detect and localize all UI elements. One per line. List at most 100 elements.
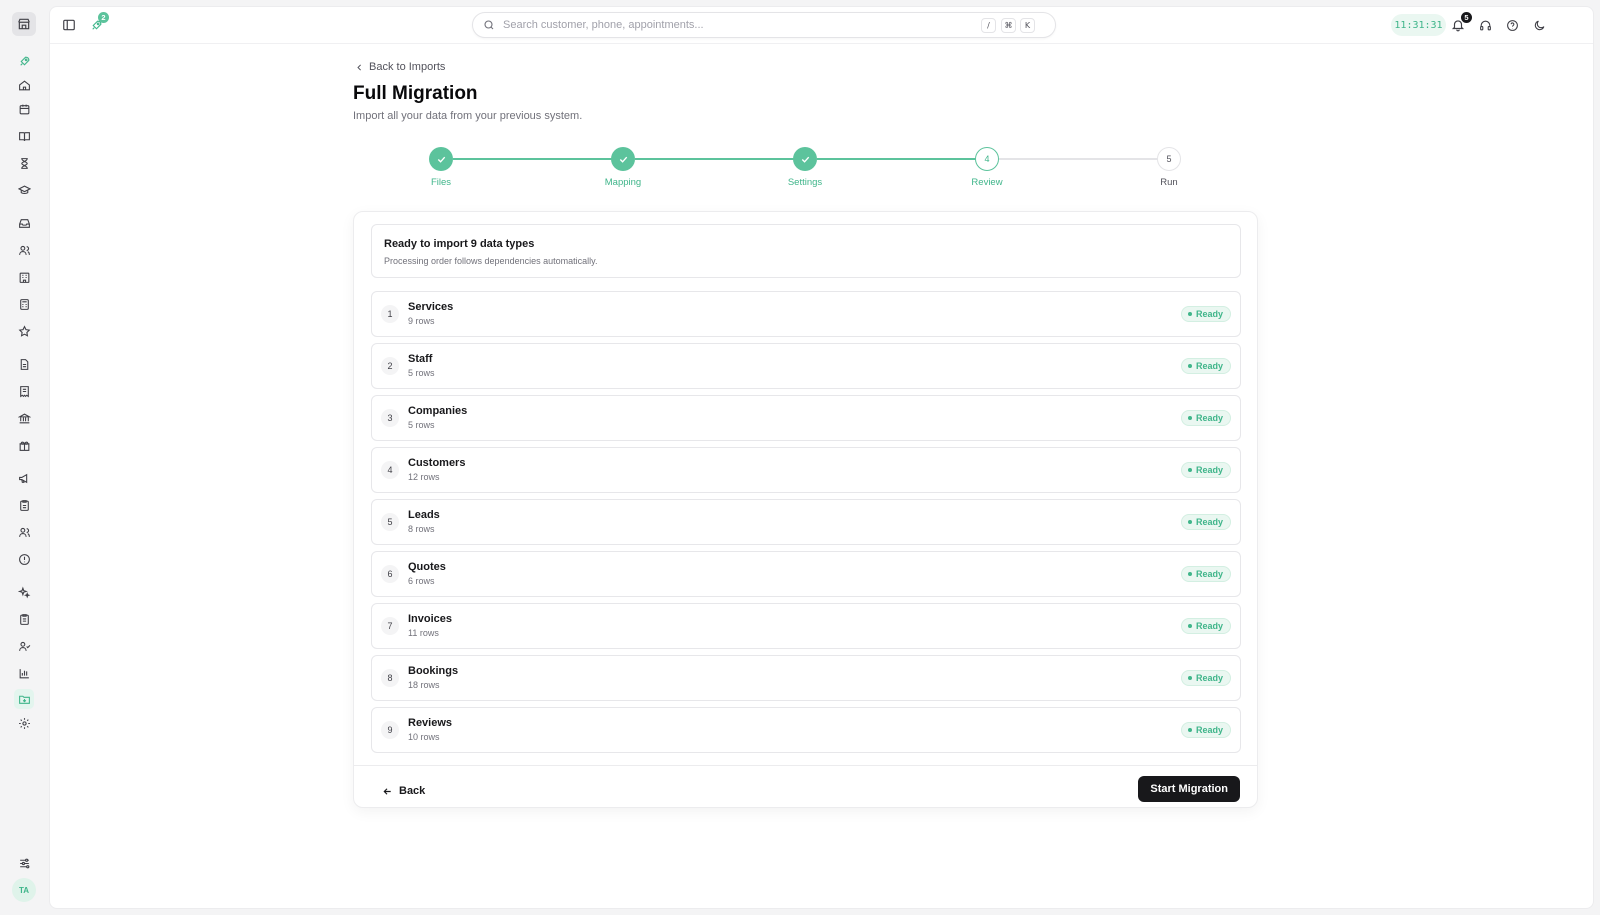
status-badge: Ready bbox=[1180, 462, 1231, 478]
status-badge: Ready bbox=[1180, 618, 1231, 634]
step-label-settings: Settings bbox=[787, 177, 823, 188]
step-mapping-check-icon[interactable] bbox=[611, 147, 635, 171]
data-type-row-count: 11 rows bbox=[408, 628, 439, 638]
status-badge: Ready bbox=[1180, 410, 1231, 426]
rocket-badge: 2 bbox=[98, 12, 109, 23]
building-icon[interactable] bbox=[14, 267, 34, 287]
status-label: Ready bbox=[1195, 413, 1223, 423]
data-type-name: Companies bbox=[408, 405, 468, 417]
row-index: 8 bbox=[381, 669, 399, 687]
data-type-row: 5 Leads 8 rows Ready bbox=[371, 499, 1241, 545]
data-type-row-count: 6 rows bbox=[408, 576, 435, 586]
data-type-row-count: 18 rows bbox=[408, 680, 440, 690]
clipboard-list-icon[interactable] bbox=[14, 609, 34, 629]
data-type-name: Invoices bbox=[408, 613, 453, 625]
back-button[interactable]: Back bbox=[378, 778, 429, 804]
data-type-row-count: 5 rows bbox=[408, 368, 435, 378]
step-settings-check-icon[interactable] bbox=[793, 147, 817, 171]
step-label-review: Review bbox=[971, 177, 1003, 188]
megaphone-icon[interactable] bbox=[14, 468, 34, 488]
alert-circle-icon[interactable] bbox=[14, 549, 34, 569]
book-icon[interactable] bbox=[14, 126, 34, 146]
row-index: 5 bbox=[381, 513, 399, 531]
home-icon[interactable] bbox=[14, 75, 34, 95]
main-panel: 2 Search customer, phone, appointments..… bbox=[49, 6, 1594, 909]
team-icon[interactable] bbox=[14, 522, 34, 542]
summary-description: Processing order follows dependencies au… bbox=[384, 256, 598, 266]
step-review-number[interactable]: 4 bbox=[975, 147, 999, 171]
status-label: Ready bbox=[1195, 725, 1223, 735]
status-dot-icon bbox=[1187, 520, 1192, 524]
status-badge: Ready bbox=[1180, 306, 1231, 322]
data-type-name: Customers bbox=[408, 457, 466, 469]
arrow-left-icon bbox=[382, 786, 393, 797]
data-type-row: 6 Quotes 6 rows Ready bbox=[371, 551, 1241, 597]
status-badge: Ready bbox=[1180, 514, 1231, 530]
row-index: 4 bbox=[381, 461, 399, 479]
data-type-row: 8 Bookings 18 rows Ready bbox=[371, 655, 1241, 701]
status-dot-icon bbox=[1187, 312, 1192, 316]
graduation-cap-icon[interactable] bbox=[14, 180, 34, 200]
status-dot-icon bbox=[1187, 676, 1192, 680]
calculator-icon[interactable] bbox=[14, 294, 34, 314]
users-icon[interactable] bbox=[14, 240, 34, 260]
user-check-icon[interactable] bbox=[14, 636, 34, 656]
sidebar: TA bbox=[0, 0, 48, 915]
folder-import-icon[interactable] bbox=[14, 689, 34, 709]
step-connector bbox=[999, 158, 1159, 160]
star-icon[interactable] bbox=[14, 321, 34, 341]
status-badge: Ready bbox=[1180, 722, 1231, 738]
status-label: Ready bbox=[1195, 465, 1223, 475]
back-to-imports-label: Back to Imports bbox=[369, 61, 446, 73]
data-type-name: Staff bbox=[408, 353, 433, 365]
status-dot-icon bbox=[1187, 364, 1192, 368]
data-type-row-count: 12 rows bbox=[408, 472, 440, 482]
help-circle-icon[interactable] bbox=[1501, 14, 1523, 36]
status-label: Ready bbox=[1195, 569, 1223, 579]
calendar-icon[interactable] bbox=[14, 99, 34, 119]
status-label: Ready bbox=[1195, 517, 1223, 527]
inbox-icon[interactable] bbox=[14, 213, 34, 233]
sliders-icon[interactable] bbox=[14, 853, 34, 873]
status-badge: Ready bbox=[1180, 566, 1231, 582]
data-type-row: 1 Services 9 rows Ready bbox=[371, 291, 1241, 337]
bank-icon[interactable] bbox=[14, 408, 34, 428]
sidebar-toggle-icon[interactable] bbox=[58, 14, 80, 36]
top-bar: 2 Search customer, phone, appointments..… bbox=[50, 7, 1593, 44]
rocket-icon[interactable] bbox=[14, 51, 34, 71]
back-button-label: Back bbox=[399, 785, 426, 797]
row-index: 2 bbox=[381, 357, 399, 375]
row-index: 3 bbox=[381, 409, 399, 427]
step-files-check-icon[interactable] bbox=[429, 147, 453, 171]
headset-icon[interactable] bbox=[1474, 14, 1496, 36]
gift-icon[interactable] bbox=[14, 435, 34, 455]
sparkles-icon[interactable] bbox=[14, 582, 34, 602]
file-text-icon[interactable] bbox=[14, 354, 34, 374]
settings-gear-icon[interactable] bbox=[14, 713, 34, 733]
data-type-name: Reviews bbox=[408, 717, 453, 729]
status-label: Ready bbox=[1195, 309, 1223, 319]
step-label-files: Files bbox=[430, 177, 452, 188]
back-to-imports-link[interactable]: Back to Imports bbox=[355, 61, 445, 73]
shortcut-key-slash: / bbox=[981, 18, 996, 33]
status-dot-icon bbox=[1187, 728, 1192, 732]
data-type-row-count: 9 rows bbox=[408, 316, 435, 326]
moon-icon[interactable] bbox=[1528, 14, 1550, 36]
user-avatar[interactable]: TA bbox=[12, 878, 36, 902]
store-logo-icon[interactable] bbox=[12, 12, 36, 36]
search-bar[interactable]: Search customer, phone, appointments... … bbox=[472, 12, 1056, 38]
status-dot-icon bbox=[1187, 624, 1192, 628]
data-type-row: 2 Staff 5 rows Ready bbox=[371, 343, 1241, 389]
data-type-row: 3 Companies 5 rows Ready bbox=[371, 395, 1241, 441]
bar-chart-icon[interactable] bbox=[14, 663, 34, 683]
shortcut-key-cmd: ⌘ bbox=[1001, 18, 1016, 33]
shortcut-key-k: K bbox=[1020, 18, 1035, 33]
page-subtitle: Import all your data from your previous … bbox=[353, 110, 583, 122]
clipboard-icon[interactable] bbox=[14, 495, 34, 515]
hourglass-icon[interactable] bbox=[14, 153, 34, 173]
search-input[interactable]: Search customer, phone, appointments... bbox=[503, 19, 704, 31]
step-run-number[interactable]: 5 bbox=[1157, 147, 1181, 171]
start-migration-button[interactable]: Start Migration bbox=[1138, 776, 1240, 802]
receipt-icon[interactable] bbox=[14, 381, 34, 401]
row-index: 9 bbox=[381, 721, 399, 739]
